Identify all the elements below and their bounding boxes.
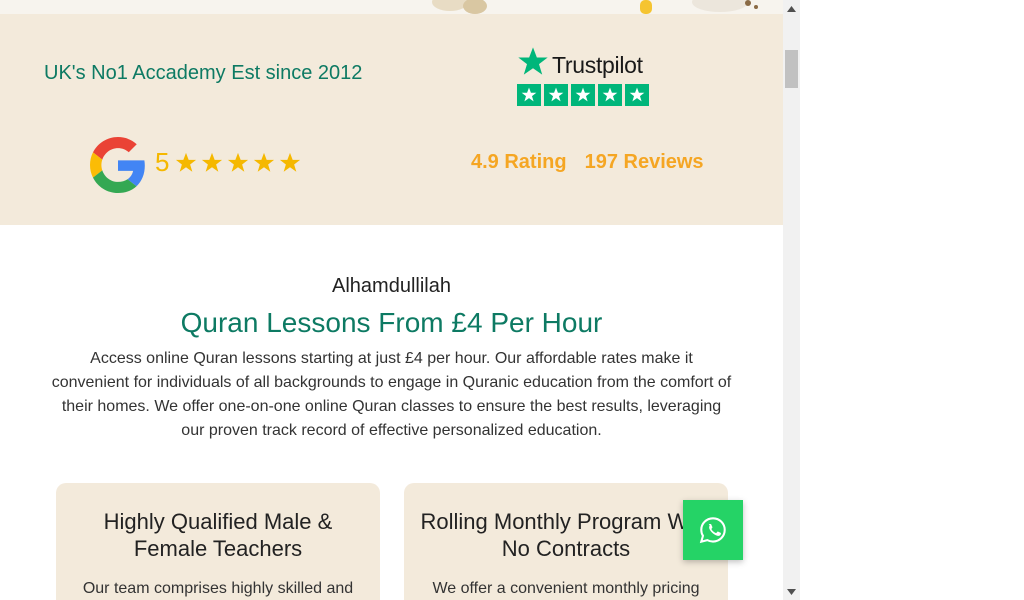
star-icon xyxy=(280,152,301,172)
feature-card-teachers: Highly Qualified Male & Female Teachers … xyxy=(56,483,380,600)
ratings-band: UK's No1 Accademy Est since 2012 Trustpi… xyxy=(0,14,783,225)
trustpilot-badge[interactable]: Trustpilot xyxy=(516,46,656,108)
scroll-down-arrow-icon[interactable] xyxy=(783,583,800,600)
scrollbar-thumb[interactable] xyxy=(785,50,798,88)
hero-decoration-image xyxy=(432,0,758,14)
hero-image-strip xyxy=(0,0,783,14)
whatsapp-chat-button[interactable] xyxy=(683,500,743,560)
vertical-scrollbar[interactable] xyxy=(783,0,800,600)
page-viewport: UK's No1 Accademy Est since 2012 Trustpi… xyxy=(0,0,783,600)
feature-card-text: Our team comprises highly skilled and xyxy=(82,580,354,597)
trustpilot-star-icon xyxy=(517,84,541,106)
trustpilot-rating-summary: 4.9 Rating 197 Reviews xyxy=(471,151,704,174)
pricing-section: Alhamdullilah Quran Lessons From £4 Per … xyxy=(0,225,783,600)
trustpilot-star-icon xyxy=(598,84,622,106)
feature-card-text: We offer a convenient monthly pricing xyxy=(432,580,700,597)
section-description: Access online Quran lessons starting at … xyxy=(51,350,732,439)
feature-card-title: Rolling Monthly Program With No Contract… xyxy=(420,509,712,561)
trustpilot-star-icon xyxy=(544,84,568,106)
google-logo-icon xyxy=(90,137,145,193)
star-icon xyxy=(202,152,223,172)
trustpilot-star-icon xyxy=(625,84,649,106)
google-score: 5 xyxy=(155,147,170,177)
whatsapp-icon xyxy=(699,517,726,544)
trustpilot-star-icon xyxy=(518,47,548,75)
trustpilot-star-icon xyxy=(571,84,595,106)
google-stars xyxy=(175,152,301,174)
scroll-up-arrow-icon[interactable] xyxy=(783,0,800,17)
section-headline: Quran Lessons From £4 Per Hour xyxy=(180,307,603,338)
star-icon xyxy=(176,152,197,172)
feature-card-rolling-program: Rolling Monthly Program With No Contract… xyxy=(404,483,728,600)
academy-tagline: UK's No1 Accademy Est since 2012 xyxy=(44,62,363,84)
google-rating: 5 xyxy=(155,147,301,178)
star-icon xyxy=(254,152,275,172)
trustpilot-stars xyxy=(517,84,649,106)
section-eyebrow: Alhamdullilah xyxy=(332,275,451,297)
review-count: 197 Reviews xyxy=(584,151,704,173)
trustpilot-name: Trustpilot xyxy=(552,52,643,78)
feature-card-title: Highly Qualified Male & Female Teachers xyxy=(103,509,333,561)
rating-value: 4.9 Rating xyxy=(471,151,567,173)
star-icon xyxy=(228,152,249,172)
